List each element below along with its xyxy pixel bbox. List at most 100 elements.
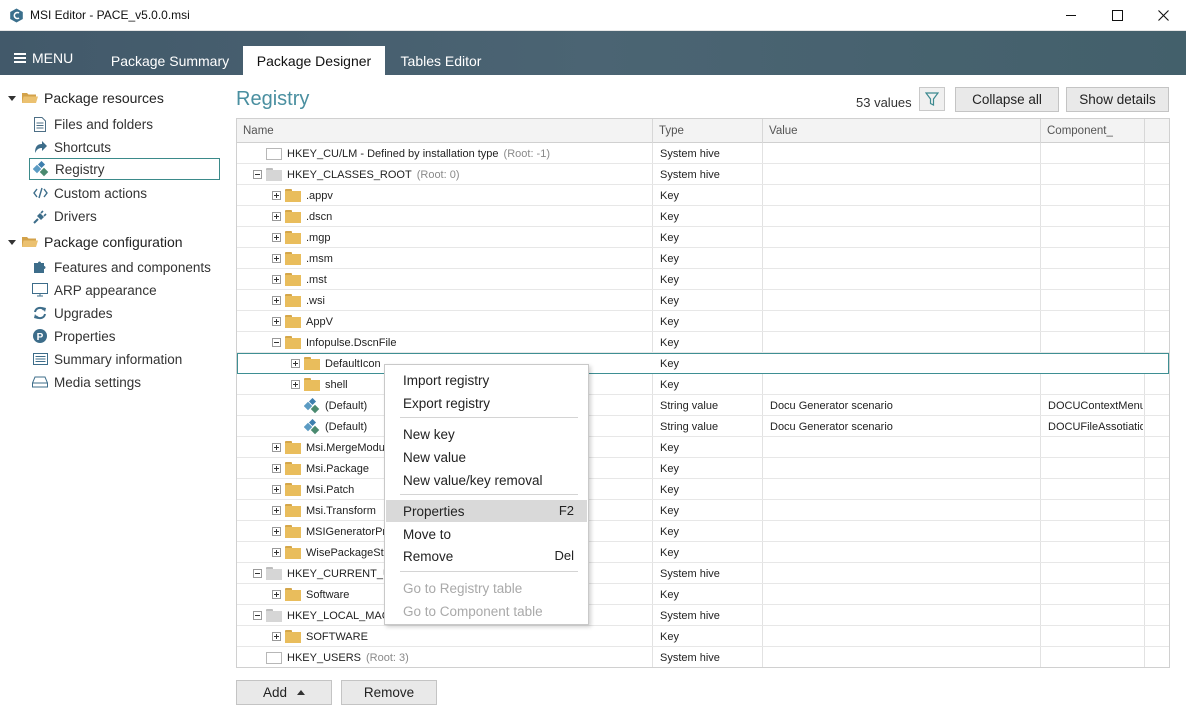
collapse-minus-icon[interactable] bbox=[253, 569, 262, 578]
sidebar-item-drivers[interactable]: Drivers bbox=[29, 205, 220, 227]
expand-plus-icon[interactable] bbox=[272, 275, 281, 284]
table-row[interactable]: HKEY_CLASSES_ROOT (Root: 0) System hive bbox=[237, 164, 1169, 185]
menu-item-go-to-registry-table[interactable]: Go to Registry table bbox=[386, 577, 587, 599]
app-logo-icon bbox=[10, 8, 23, 23]
menu-item-properties[interactable]: Properties F2 bbox=[386, 500, 587, 522]
sidebar-item-features-and-components[interactable]: Features and components bbox=[29, 256, 220, 278]
table-row[interactable]: Msi.Package Key bbox=[237, 458, 1169, 479]
group-package-configuration[interactable]: Package configuration bbox=[8, 234, 183, 250]
menu-button[interactable]: MENU bbox=[14, 50, 73, 66]
table-row[interactable]: Msi.Patch Key bbox=[237, 479, 1169, 500]
maximize-button[interactable] bbox=[1094, 0, 1140, 31]
collapse-minus-icon[interactable] bbox=[253, 611, 262, 620]
column-header-value[interactable]: Value bbox=[763, 119, 1041, 143]
collapse-minus-icon[interactable] bbox=[272, 338, 281, 347]
add-button[interactable]: Add bbox=[236, 680, 332, 705]
menu-item-go-to-component-table[interactable]: Go to Component table bbox=[386, 600, 587, 622]
value-cell bbox=[770, 521, 1038, 542]
column-header-component[interactable]: Component_ bbox=[1041, 119, 1145, 143]
menu-item-export-registry[interactable]: Export registry bbox=[386, 392, 587, 414]
expand-plus-icon[interactable] bbox=[272, 548, 281, 557]
expand-plus-icon[interactable] bbox=[272, 233, 281, 242]
table-row[interactable]: Software Key bbox=[237, 584, 1169, 605]
type-cell: Key bbox=[660, 378, 679, 391]
menu-item-remove[interactable]: Remove Del bbox=[386, 545, 587, 567]
show-details-button[interactable]: Show details bbox=[1066, 87, 1169, 112]
sidebar-item-registry[interactable]: Registry bbox=[29, 158, 220, 180]
collapse-all-button[interactable]: Collapse all bbox=[955, 87, 1059, 112]
table-row[interactable]: .dscn Key bbox=[237, 206, 1169, 227]
table-row[interactable]: DefaultIcon Key bbox=[237, 353, 1169, 374]
component-cell bbox=[1048, 143, 1143, 164]
close-button[interactable] bbox=[1140, 0, 1186, 31]
expand-plus-icon[interactable] bbox=[272, 464, 281, 473]
table-row[interactable]: .mgp Key bbox=[237, 227, 1169, 248]
menu-item-import-registry[interactable]: Import registry bbox=[386, 369, 587, 391]
minimize-button[interactable] bbox=[1048, 0, 1094, 31]
menu-item-label: Import registry bbox=[403, 372, 490, 388]
expand-plus-icon[interactable] bbox=[272, 254, 281, 263]
table-row[interactable]: (Default) String value Docu Generator scen… bbox=[237, 395, 1169, 416]
table-row[interactable]: .wsi Key bbox=[237, 290, 1169, 311]
table-row[interactable]: (Default) String value Docu Generator scen… bbox=[237, 416, 1169, 437]
collapse-minus-icon[interactable] bbox=[253, 170, 262, 179]
value-cell bbox=[770, 647, 1038, 667]
sidebar-item-custom-actions[interactable]: Custom actions bbox=[29, 182, 220, 204]
column-header-name[interactable]: Name bbox=[237, 119, 653, 143]
sidebar-item-media-settings[interactable]: Media settings bbox=[29, 371, 220, 393]
sidebar-item-upgrades[interactable]: Upgrades bbox=[29, 302, 220, 324]
group-package-resources[interactable]: Package resources bbox=[8, 90, 164, 106]
table-row[interactable]: MSIGeneratorPro Key bbox=[237, 521, 1169, 542]
expand-plus-icon[interactable] bbox=[272, 590, 281, 599]
table-row[interactable]: HKEY_CU/LM - Defined by installation typ… bbox=[237, 143, 1169, 164]
row-root-note: (Root: 0) bbox=[416, 168, 460, 181]
table-row[interactable]: Msi.MergeModu Key bbox=[237, 437, 1169, 458]
name-cell: .mst bbox=[272, 269, 653, 290]
table-row[interactable]: HKEY_CURRENT_USE System hive bbox=[237, 563, 1169, 584]
sidebar-item-shortcuts[interactable]: Shortcuts bbox=[29, 136, 220, 158]
tab-package-designer[interactable]: Package Designer bbox=[243, 46, 385, 75]
sidebar-item-files-and-folders[interactable]: Files and folders bbox=[29, 113, 220, 135]
table-row[interactable]: SOFTWARE Key bbox=[237, 626, 1169, 647]
filter-button[interactable] bbox=[919, 87, 945, 111]
menu-item-new-value[interactable]: New value bbox=[386, 446, 587, 468]
expand-plus-icon[interactable] bbox=[272, 632, 281, 641]
sidebar-item-label: Summary information bbox=[54, 351, 183, 367]
table-row[interactable]: Msi.Transform Key bbox=[237, 500, 1169, 521]
table-row[interactable]: .mst Key bbox=[237, 269, 1169, 290]
table-row[interactable]: HKEY_LOCAL_MACH System hive bbox=[237, 605, 1169, 626]
menu-item-new-key[interactable]: New key bbox=[386, 423, 587, 445]
expand-plus-icon[interactable] bbox=[272, 317, 281, 326]
expand-plus-icon[interactable] bbox=[291, 359, 300, 368]
table-row[interactable]: shell Key bbox=[237, 374, 1169, 395]
expand-plus-icon[interactable] bbox=[272, 506, 281, 515]
tab-tables-editor[interactable]: Tables Editor bbox=[390, 46, 492, 75]
tab-package-summary[interactable]: Package Summary bbox=[102, 46, 238, 75]
remove-button[interactable]: Remove bbox=[341, 680, 437, 705]
table-row[interactable]: WisePackageStu Key bbox=[237, 542, 1169, 563]
expand-plus-icon[interactable] bbox=[272, 527, 281, 536]
row-name: Msi.Transform bbox=[306, 504, 376, 517]
sidebar-item-summary-information[interactable]: Summary information bbox=[29, 348, 220, 370]
expand-plus-icon[interactable] bbox=[272, 443, 281, 452]
sidebar-item-arp-appearance[interactable]: ARP appearance bbox=[29, 279, 220, 301]
menu-item-move-to[interactable]: Move to bbox=[386, 523, 587, 545]
menu-item-new-value-key-removal[interactable]: New value/key removal bbox=[386, 469, 587, 491]
expand-plus-icon[interactable] bbox=[272, 191, 281, 200]
table-row[interactable]: .appv Key bbox=[237, 185, 1169, 206]
expand-plus-icon[interactable] bbox=[272, 296, 281, 305]
expand-plus-icon[interactable] bbox=[291, 380, 300, 389]
table-row[interactable]: .msm Key bbox=[237, 248, 1169, 269]
registry-icon bbox=[33, 161, 49, 177]
table-row[interactable]: HKEY_USERS (Root: 3) System hive bbox=[237, 647, 1169, 667]
column-header-type[interactable]: Type bbox=[653, 119, 763, 143]
expand-plus-icon[interactable] bbox=[272, 212, 281, 221]
sidebar-item-properties[interactable]: P Properties bbox=[29, 325, 220, 347]
component-cell bbox=[1048, 206, 1143, 227]
drive-icon bbox=[32, 374, 48, 390]
expand-plus-icon[interactable] bbox=[272, 485, 281, 494]
name-cell: .dscn bbox=[272, 206, 653, 227]
table-row[interactable]: AppV Key bbox=[237, 311, 1169, 332]
table-row[interactable]: Infopulse.DscnFile Key bbox=[237, 332, 1169, 353]
sidebar-item-label: Files and folders bbox=[54, 116, 154, 132]
